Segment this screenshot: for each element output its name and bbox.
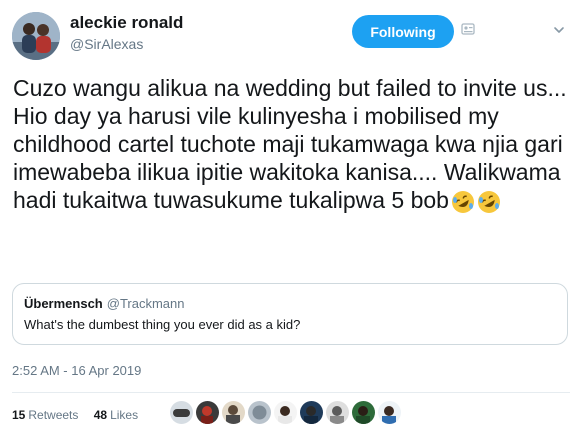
rolling-on-floor-laughing-emoji: [477, 190, 500, 213]
divider: [12, 392, 570, 393]
retweets-count: 15: [12, 408, 26, 422]
liker-avatar[interactable]: [352, 401, 375, 424]
quoted-tweet-text: What's the dumbest thing you ever did as…: [24, 317, 301, 332]
author-handle[interactable]: @SirAlexas: [70, 36, 143, 52]
likes-label: Likes: [110, 408, 139, 422]
liker-avatar[interactable]: [378, 401, 401, 424]
liker-avatar[interactable]: [300, 401, 323, 424]
rolling-on-floor-laughing-emoji: [451, 190, 474, 213]
tweet-text: Cuzo wangu alikua na wedding but failed …: [13, 74, 573, 214]
avatar-photo: [12, 12, 60, 60]
chevron-down-icon[interactable]: [553, 24, 565, 36]
tweet-timestamp[interactable]: 2:52 AM - 16 Apr 2019: [12, 363, 141, 378]
quoted-author-name: Übermensch: [24, 296, 103, 311]
liker-avatar[interactable]: [170, 401, 193, 424]
likes-stat[interactable]: 48 Likes: [94, 408, 138, 422]
retweets-label: Retweets: [28, 408, 79, 422]
quoted-tweet-header: Übermensch @Trackmann: [24, 296, 184, 311]
liker-avatar[interactable]: [274, 401, 297, 424]
liker-avatars: [170, 401, 401, 424]
following-button[interactable]: Following: [352, 15, 454, 48]
likes-count: 48: [93, 408, 108, 422]
author-display-name[interactable]: aleckie ronald: [70, 13, 183, 33]
liker-avatar[interactable]: [326, 401, 349, 424]
author-avatar[interactable]: [12, 12, 60, 60]
liker-avatar[interactable]: [248, 401, 271, 424]
quoted-tweet-card[interactable]: Übermensch @Trackmann What's the dumbest …: [12, 283, 568, 345]
tweet-stats: 15 Retweets 48 Likes: [12, 408, 138, 422]
retweets-stat[interactable]: 15 Retweets: [12, 408, 78, 422]
liker-avatar[interactable]: [222, 401, 245, 424]
liker-avatar[interactable]: [196, 401, 219, 424]
quoted-author-handle: @Trackmann: [106, 296, 185, 311]
profile-card-icon[interactable]: [461, 22, 475, 36]
